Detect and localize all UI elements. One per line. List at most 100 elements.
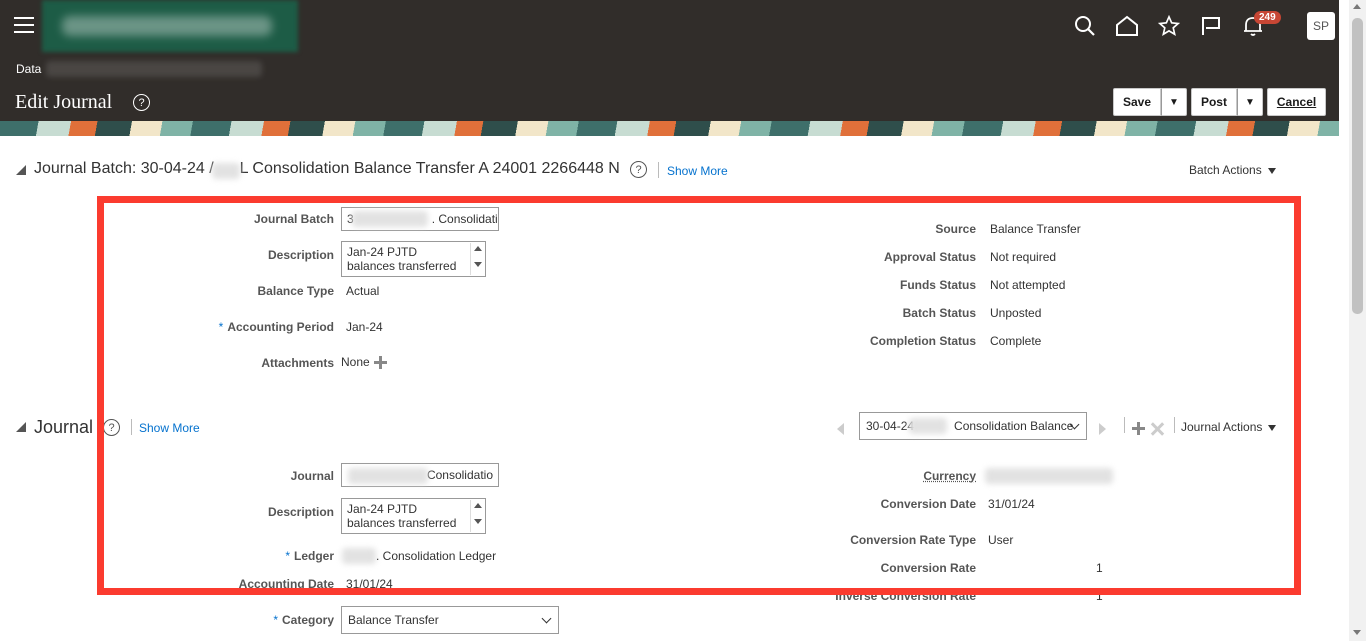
approval-status-value: Not required	[990, 250, 1057, 264]
redacted-text	[985, 468, 1113, 484]
notifications-bell-icon[interactable]: 249	[1232, 11, 1281, 40]
accounting-period-label-text: Accounting Period	[227, 320, 334, 334]
dropdown-arrow-icon	[1267, 167, 1276, 174]
journal-selector-end: Consolidation Balance	[954, 419, 1074, 433]
inverse-conversion-rate-value: 1	[1096, 589, 1103, 603]
required-indicator: *	[218, 320, 224, 334]
post-button[interactable]: Post	[1190, 88, 1237, 116]
currency-label-text[interactable]: Currency	[923, 469, 976, 483]
textarea-scroll-icon[interactable]	[470, 500, 484, 532]
redacted-text	[909, 418, 947, 434]
batch-section-title: Journal Batch: 30-04-24 / L Consolidation…	[34, 160, 620, 178]
journal-description-textarea[interactable]: Jan-24 PJTD balances transferred	[341, 498, 486, 534]
flag-icon[interactable]	[1190, 12, 1232, 40]
journal-actions-menu[interactable]: Journal Actions	[1181, 420, 1277, 434]
scrollbar-thumb[interactable]	[1352, 18, 1363, 314]
redacted-text	[352, 211, 428, 227]
funds-status-label: Funds Status	[899, 278, 976, 292]
journal-batch-label: Journal Batch	[253, 212, 334, 226]
source-value: Balance Transfer	[990, 222, 1081, 236]
search-icon[interactable]	[1064, 12, 1106, 40]
attachments-label: Attachments	[261, 356, 334, 370]
save-button[interactable]: Save	[1113, 88, 1162, 116]
journal-description-label: Description	[267, 505, 334, 519]
batch-actions-label: Batch Actions	[1189, 163, 1262, 177]
menu-icon[interactable]	[14, 17, 34, 33]
accounting-date-value: 31/01/24	[346, 577, 393, 591]
divider	[1174, 417, 1175, 433]
ledger-label: * Ledger	[94, 549, 334, 563]
collapse-journal-icon[interactable]	[16, 422, 26, 432]
category-select[interactable]: Balance Transfer	[341, 606, 559, 634]
cancel-button[interactable]: Cancel	[1266, 88, 1327, 116]
batch-actions-menu[interactable]: Batch Actions	[1189, 163, 1276, 177]
category-label-text: Category	[281, 613, 334, 627]
divider	[658, 162, 659, 178]
required-indicator: *	[285, 549, 290, 563]
funds-status-value: Not attempted	[990, 278, 1066, 292]
conversion-rate-type-label: Conversion Rate Type	[850, 533, 976, 547]
journal-selector-dropdown[interactable]: 30-04-24 Consolidation Balance	[859, 412, 1087, 440]
inverse-conversion-rate-label: Inverse Conversion Rate	[835, 589, 976, 603]
journal-description-line2: balances transferred	[347, 516, 457, 530]
source-label: Source	[935, 222, 976, 236]
redacted-text	[212, 163, 240, 179]
redacted-text	[342, 548, 376, 564]
delete-journal-icon[interactable]	[1151, 422, 1165, 436]
batch-description-line1: Jan-24 PJTD	[347, 245, 418, 259]
add-attachment-icon[interactable]	[373, 356, 387, 370]
conversion-date-value: 31/01/24	[988, 497, 1035, 511]
required-indicator: *	[273, 613, 278, 627]
conversion-rate-label: Conversion Rate	[880, 561, 976, 575]
journal-description-line1: Jan-24 PJTD	[347, 502, 418, 516]
attachments-value: None	[341, 355, 387, 370]
textarea-scroll-icon[interactable]	[470, 243, 484, 275]
batch-status-value: Unposted	[990, 306, 1042, 320]
completion-status-value: Complete	[990, 334, 1042, 348]
accounting-period-value: Jan-24	[346, 320, 383, 334]
batch-description-textarea[interactable]: Jan-24 PJTD balances transferred	[341, 241, 486, 277]
page-title: Edit Journal	[15, 91, 113, 113]
batch-status-label: Batch Status	[902, 306, 976, 320]
previous-journal-icon[interactable]	[837, 423, 844, 435]
batch-title-prefix: Journal Batch: 30-04-24 /	[34, 160, 214, 177]
home-icon[interactable]	[1106, 12, 1148, 40]
conversion-rate-value: 1	[1096, 561, 1103, 575]
next-journal-icon[interactable]	[1099, 423, 1106, 435]
journal-batch-value-end: . Consolidati	[431, 212, 498, 226]
journal-label: Journal	[290, 469, 334, 483]
category-label: * Category	[94, 613, 334, 627]
favorites-star-icon[interactable]	[1148, 12, 1190, 40]
attachments-none-text: None	[341, 355, 370, 369]
ledger-label-text: Ledger	[293, 549, 334, 563]
accounting-period-label: * Accounting Period	[94, 320, 334, 334]
scroll-down-arrow-icon[interactable]	[1353, 630, 1361, 635]
completion-status-label: Completion Status	[869, 334, 976, 348]
scroll-up-arrow-icon[interactable]	[1353, 4, 1361, 9]
balance-type-label: Balance Type	[257, 284, 334, 298]
post-menu-dropdown[interactable]: ▼	[1236, 88, 1263, 116]
data-access-label: Data	[16, 62, 42, 76]
user-avatar[interactable]: SP	[1307, 12, 1335, 40]
balance-type-value: Actual	[346, 284, 380, 298]
approval-status-label: Approval Status	[883, 250, 976, 264]
journal-selector-start: 30-04-24	[866, 419, 915, 433]
add-journal-icon[interactable]	[1132, 422, 1145, 435]
journal-help-icon[interactable]: ?	[103, 419, 120, 436]
chevron-down-icon	[541, 613, 552, 624]
save-menu-dropdown[interactable]: ▼	[1161, 88, 1187, 116]
batch-show-more-link[interactable]: Show More	[667, 164, 728, 178]
batch-description-line2: balances transferred	[347, 259, 457, 273]
journal-show-more-link[interactable]: Show More	[139, 421, 200, 435]
batch-description-label: Description	[267, 248, 334, 262]
batch-help-icon[interactable]: ?	[630, 161, 647, 178]
divider	[131, 419, 132, 435]
dropdown-arrow-icon	[1268, 424, 1277, 431]
help-icon[interactable]: ?	[133, 94, 150, 111]
journal-section-title: Journal	[34, 417, 94, 437]
app-header: Data Edit Journal ? 249 SP Save ▼ Post ▼	[0, 0, 1339, 136]
collapse-batch-icon[interactable]	[16, 165, 26, 175]
company-logo-redacted	[42, 0, 298, 52]
category-value: Balance Transfer	[348, 613, 439, 627]
data-access-value-redacted	[46, 61, 262, 77]
